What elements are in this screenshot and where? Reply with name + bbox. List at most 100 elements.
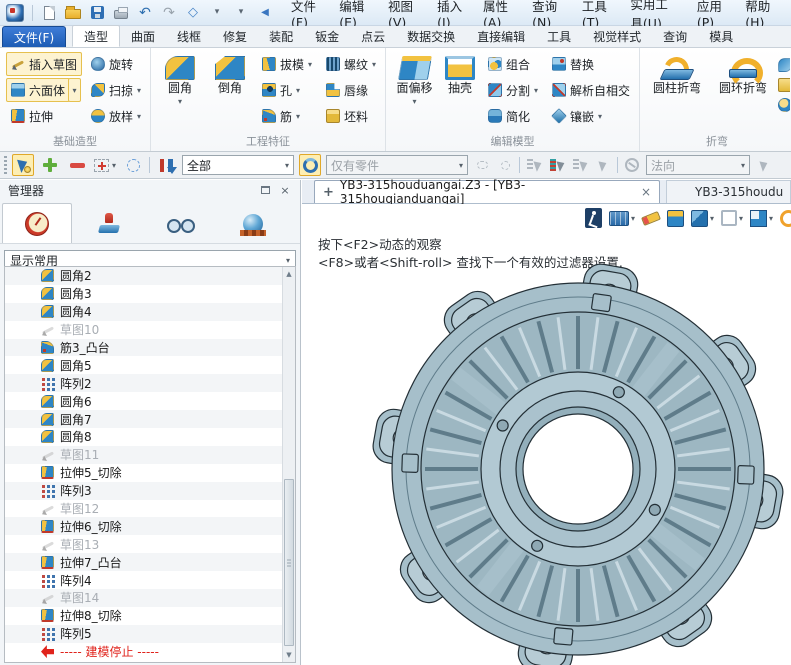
- scrollbar-thumb[interactable]: [284, 479, 294, 646]
- tree-row[interactable]: 圆角7: [5, 410, 282, 428]
- dropdown-icon[interactable]: ▾: [534, 86, 538, 95]
- open-file-button[interactable]: [65, 5, 81, 21]
- document-tab-inactive[interactable]: YB3-315houdu: [666, 180, 791, 203]
- collapse-toolbar-icon[interactable]: ◀: [257, 5, 273, 21]
- insert-sketch-button[interactable]: 插入草图: [6, 52, 82, 76]
- ribbon-tab[interactable]: 造型: [72, 25, 120, 47]
- tab-history-manager[interactable]: [2, 203, 72, 243]
- chevron-down-icon[interactable]: ▾: [631, 214, 635, 223]
- tab-assembly-manager[interactable]: [74, 203, 144, 243]
- tree-row[interactable]: 草图11: [5, 446, 282, 464]
- ribbon-tab[interactable]: 模具: [698, 25, 744, 47]
- orbit-dropdown-icon[interactable]: ▾: [209, 5, 225, 21]
- ribbon-tab[interactable]: 视觉样式: [582, 25, 652, 47]
- lasso-pick-button[interactable]: [122, 154, 144, 176]
- scroll-down-icon[interactable]: ▼: [283, 648, 295, 662]
- gyro-icon[interactable]: [623, 157, 641, 173]
- wrap-icon[interactable]: [778, 98, 790, 112]
- tree-row[interactable]: 阵列3: [5, 482, 282, 500]
- tree-row[interactable]: 圆角2: [5, 267, 282, 285]
- sweep-button[interactable]: 扫掠▾: [86, 78, 146, 102]
- tree-row[interactable]: ----- 建模停止 -----: [5, 643, 282, 661]
- walkthrough-icon[interactable]: [585, 208, 602, 228]
- box-dropdown-icon[interactable]: ▾: [68, 78, 81, 102]
- toolbar-options-icon[interactable]: ▾: [233, 5, 249, 21]
- thread-button[interactable]: 螺纹▾: [321, 52, 381, 76]
- tree-row[interactable]: 草图10: [5, 321, 282, 339]
- tree-row[interactable]: 圆角5: [5, 356, 282, 374]
- remove-selection-button[interactable]: [66, 154, 88, 176]
- orbit-view-button[interactable]: ◇: [185, 5, 201, 21]
- resolve-self-intersection-button[interactable]: 解析自相交: [547, 78, 635, 102]
- ribbon-tab[interactable]: 工具: [536, 25, 582, 47]
- ribbon-tab[interactable]: 修复: [212, 25, 258, 47]
- undo-button[interactable]: ↶: [137, 5, 153, 21]
- panel-close-button[interactable]: ×: [278, 184, 292, 197]
- smart-pick-button[interactable]: [12, 154, 34, 176]
- dropdown-icon[interactable]: ▾: [296, 86, 300, 95]
- replace-button[interactable]: 替换: [547, 52, 635, 76]
- combine-button[interactable]: 组合: [483, 52, 543, 76]
- 3d-model-motor-end-cover[interactable]: [370, 261, 786, 665]
- split-button[interactable]: 分割▾: [483, 78, 543, 102]
- stock-button[interactable]: 坯料: [321, 104, 381, 128]
- dropdown-icon[interactable]: ▾: [598, 112, 602, 121]
- dropdown-icon[interactable]: ▾: [112, 161, 116, 170]
- ribbon-tab[interactable]: 数据交换: [396, 25, 466, 47]
- pick-orientation-icon[interactable]: [755, 157, 773, 173]
- tree-row[interactable]: 圆角3: [5, 285, 282, 303]
- new-file-button[interactable]: [41, 5, 57, 21]
- model-canvas[interactable]: 按下<F2>动态的观察 <F8>或者<Shift-roll> 查找下一个有效的过…: [302, 204, 791, 665]
- tree-row[interactable]: 圆角4: [5, 303, 282, 321]
- tree-row[interactable]: 阵列2: [5, 374, 282, 392]
- toroidal-bend-button[interactable]: 圆环折弯: [712, 52, 774, 95]
- chain-def-icon[interactable]: [473, 157, 491, 173]
- fillet-button[interactable]: 圆角▾: [157, 52, 203, 106]
- ribbon-tab[interactable]: 装配: [258, 25, 304, 47]
- dropdown-icon[interactable]: ▾: [137, 112, 141, 121]
- chamfer-button[interactable]: 倒角: [207, 52, 253, 95]
- dropdown-icon[interactable]: ▾: [413, 97, 417, 106]
- tree-row[interactable]: 圆角8: [5, 428, 282, 446]
- ribbon-tab[interactable]: 曲面: [120, 25, 166, 47]
- shaded-cube-icon[interactable]: [691, 210, 708, 227]
- lip-button[interactable]: 唇缘: [321, 78, 381, 102]
- orientation-select[interactable]: 法向▾: [646, 155, 750, 175]
- box-button[interactable]: 六面体: [6, 78, 70, 102]
- tree-row[interactable]: 阵列5: [5, 625, 282, 643]
- plus-icon[interactable]: +: [323, 185, 334, 200]
- scene-filter-select[interactable]: 全部▾: [182, 155, 294, 175]
- shell-button[interactable]: 抽壳: [441, 52, 479, 95]
- revolve-button[interactable]: 旋转: [86, 52, 146, 76]
- taper-icon[interactable]: [778, 78, 790, 92]
- draft-button[interactable]: 拔模▾: [257, 52, 317, 76]
- tab-file[interactable]: 文件(F): [2, 26, 66, 47]
- tree-row[interactable]: 拉伸5_切除: [5, 464, 282, 482]
- tree-row[interactable]: 拉伸6_切除: [5, 517, 282, 535]
- isometric-view-icon[interactable]: [667, 210, 684, 227]
- tree-row[interactable]: 筋3_凸台: [5, 339, 282, 357]
- tree-row[interactable]: 圆角6: [5, 392, 282, 410]
- cylindrical-bend-button[interactable]: 圆柱折弯: [646, 52, 708, 95]
- loft-button[interactable]: 放样▾: [86, 104, 146, 128]
- tree-row[interactable]: 拉伸7_凸台: [5, 553, 282, 571]
- dropdown-icon[interactable]: ▾: [178, 97, 182, 106]
- pick-filter-select[interactable]: 仅有零件▾: [326, 155, 468, 175]
- tab-visibility-manager[interactable]: [146, 203, 216, 243]
- panel-restore-button[interactable]: [258, 184, 272, 197]
- ribbon-tab[interactable]: 直接编辑: [466, 25, 536, 47]
- tree-row[interactable]: 草图13: [5, 535, 282, 553]
- ribbon-tab[interactable]: 钣金: [304, 25, 350, 47]
- rib-button[interactable]: 筋▾: [257, 104, 317, 128]
- hole-button[interactable]: 孔▾: [257, 78, 317, 102]
- ribbon-tab[interactable]: 点云: [350, 25, 396, 47]
- wireframe-cube-icon[interactable]: [721, 210, 737, 226]
- redo-button[interactable]: ↷: [161, 5, 177, 21]
- eraser-icon[interactable]: [641, 210, 661, 225]
- twist-icon[interactable]: [778, 58, 790, 72]
- face-offset-button[interactable]: 面偏移▾: [392, 52, 437, 106]
- simplify-button[interactable]: 简化: [483, 104, 543, 128]
- dropdown-icon[interactable]: ▾: [296, 112, 300, 121]
- view-layout-icon[interactable]: [750, 210, 767, 227]
- tree-row[interactable]: 拉伸8_切除: [5, 607, 282, 625]
